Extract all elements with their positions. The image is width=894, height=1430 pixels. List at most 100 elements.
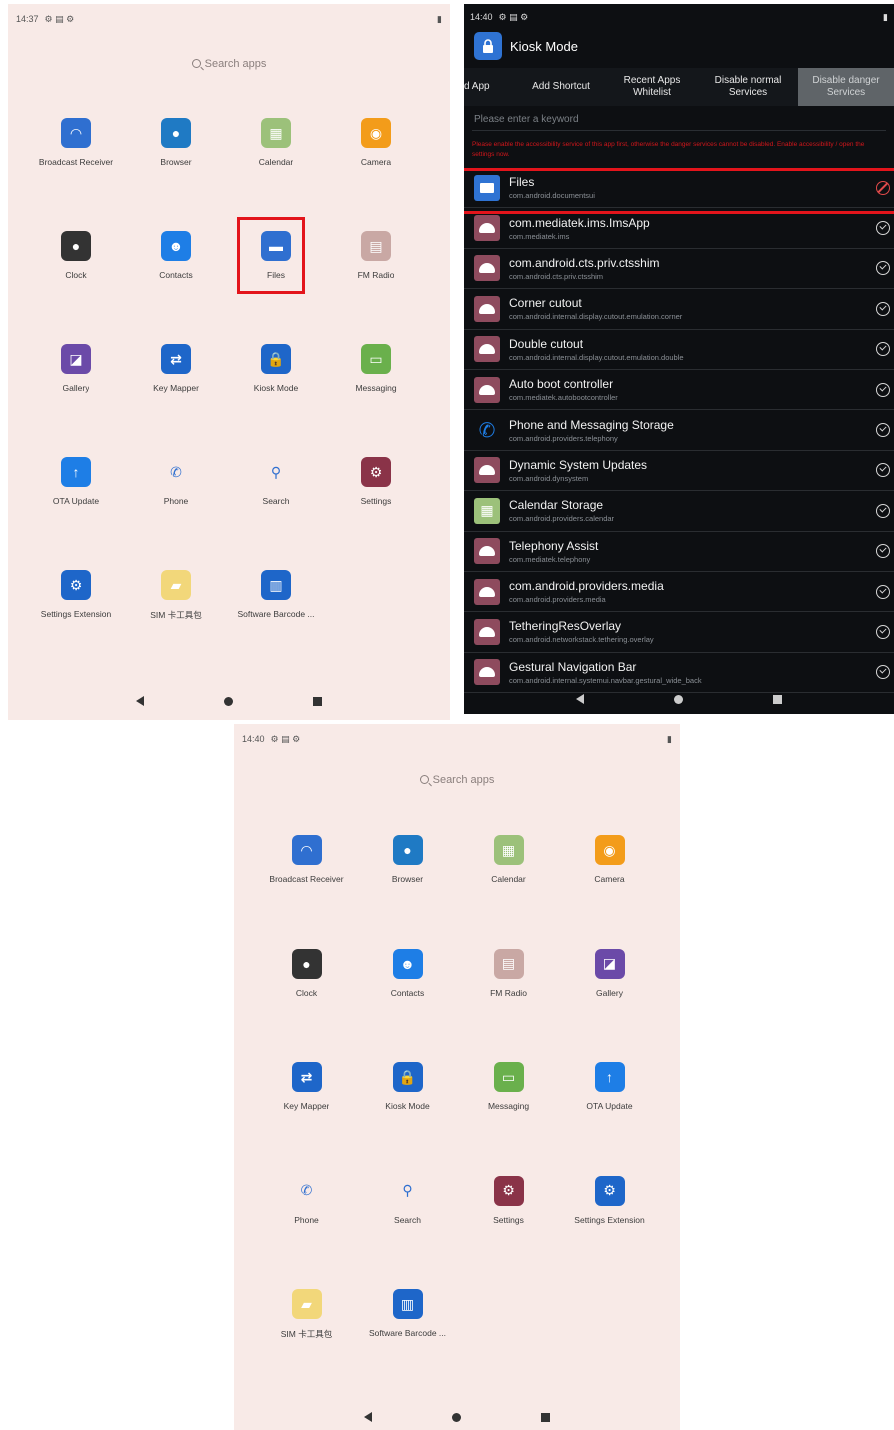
enabled-check-icon[interactable] xyxy=(876,503,890,518)
app-fm-radio[interactable]: ▤ FM Radio xyxy=(458,948,559,1063)
app-contacts[interactable]: ☻ Contacts xyxy=(357,948,458,1063)
service-text: Telephony Assist com.mediatek.telephony xyxy=(509,539,876,564)
android-icon xyxy=(474,376,500,403)
service-text: Gestural Navigation Bar com.android.inter… xyxy=(509,660,876,685)
service-name: com.mediatek.ims.ImsApp xyxy=(509,215,650,230)
home-icon[interactable] xyxy=(224,696,233,706)
app-kiosk-mode[interactable]: 🔒 Kiosk Mode xyxy=(226,344,326,457)
back-icon[interactable] xyxy=(136,696,144,706)
app-browser[interactable]: ● Browser xyxy=(126,118,226,231)
keyword-search-input[interactable]: Please enter a keyword xyxy=(474,114,579,125)
service-row[interactable]: com.android.providers.media com.android.p… xyxy=(464,572,894,613)
service-text: Calendar Storage com.android.providers.ca… xyxy=(509,498,876,523)
service-name: Calendar Storage xyxy=(509,498,604,513)
barcode-icon: ▥ xyxy=(261,570,291,600)
status-icons: ⚙ ▤ ⚙ xyxy=(270,733,301,744)
back-icon[interactable] xyxy=(364,1412,372,1422)
app-settings[interactable]: ⚙ Settings xyxy=(458,1175,559,1290)
app-messaging[interactable]: ▭ Messaging xyxy=(458,1062,559,1176)
enabled-check-icon[interactable] xyxy=(876,301,890,316)
app-kiosk-mode[interactable]: 🔒 Kiosk Mode xyxy=(357,1062,458,1176)
enabled-check-icon[interactable] xyxy=(876,221,890,236)
app-key-mapper[interactable]: ⇄ Key Mapper xyxy=(256,1062,357,1176)
app-phone[interactable]: ✆ Phone xyxy=(126,457,226,570)
app-label: Settings xyxy=(360,496,392,506)
app-phone[interactable]: ✆ Phone xyxy=(256,1176,357,1290)
enabled-check-icon[interactable] xyxy=(876,342,890,357)
service-row[interactable]: com.android.cts.priv.ctsshim com.android.… xyxy=(464,249,894,290)
service-package: com.android.dynsystem xyxy=(509,473,589,483)
service-row[interactable]: Corner cutout com.android.internal.displa… xyxy=(464,289,894,330)
app-browser[interactable]: ● Browser xyxy=(357,835,458,949)
service-row[interactable]: Gestural Navigation Bar com.android.inter… xyxy=(464,653,894,694)
recents-icon[interactable] xyxy=(773,694,782,704)
app-label: Browser xyxy=(160,157,192,167)
app-label: Calendar xyxy=(258,157,294,167)
enabled-check-icon[interactable] xyxy=(876,544,890,559)
tab-add-shortcut[interactable]: Add Shortcut xyxy=(516,68,606,106)
app-camera[interactable]: ◉ Camera xyxy=(326,118,426,231)
app-software-barcode[interactable]: ▥ Software Barcode ... xyxy=(357,1289,458,1403)
enabled-check-icon[interactable] xyxy=(876,423,890,438)
service-row[interactable]: Telephony Assist com.mediatek.telephony xyxy=(464,532,894,572)
recents-icon[interactable] xyxy=(541,1412,550,1422)
app-sim[interactable]: ▰ SIM 卡工具包 xyxy=(126,570,226,683)
app-gallery[interactable]: ◪ Gallery xyxy=(26,344,126,457)
app-messaging[interactable]: ▭ Messaging xyxy=(326,344,426,457)
android-icon xyxy=(474,336,500,363)
app-sim[interactable]: ▰ SIM 卡工具包 xyxy=(256,1289,357,1403)
service-row[interactable]: ✆ Phone and Messaging Storage com.android.… xyxy=(464,410,894,451)
app-settings[interactable]: ⚙ Settings xyxy=(326,457,426,570)
accessibility-warning[interactable]: Please enable the accessibility service … xyxy=(472,140,888,160)
service-row[interactable]: TetheringResOverlay com.android.networkst… xyxy=(464,612,894,653)
tab-recent-apps-whitelist[interactable]: Recent Apps Whitelist xyxy=(606,68,698,106)
app-calendar[interactable]: ▦ Calendar xyxy=(458,835,559,949)
app-gallery[interactable]: ◪ Gallery xyxy=(559,948,660,1063)
enabled-check-icon[interactable] xyxy=(876,463,890,478)
enabled-check-icon[interactable] xyxy=(876,261,890,276)
home-icon[interactable] xyxy=(674,694,683,704)
tab-disable-normal-services[interactable]: Disable normal Services xyxy=(698,68,798,106)
service-row[interactable]: Auto boot controller com.mediatek.autoboo… xyxy=(464,370,894,411)
phone-icon: ✆ xyxy=(300,1182,313,1198)
app-camera[interactable]: ◉ Camera xyxy=(559,835,660,949)
search-icon: ⚲ xyxy=(270,463,282,480)
tab-disable-danger-services[interactable]: Disable danger Services xyxy=(798,68,894,106)
app-label: Settings Extension xyxy=(574,1214,645,1225)
search-apps-field[interactable]: Search apps xyxy=(8,58,450,70)
app-software-barcode[interactable]: ▥ Software Barcode ... xyxy=(226,570,326,683)
service-row[interactable]: com.mediatek.ims.ImsApp com.mediatek.ims xyxy=(464,208,894,249)
service-name: Auto boot controller xyxy=(509,377,614,392)
service-row[interactable]: Dynamic System Updates com.android.dynsys… xyxy=(464,451,894,492)
app-broadcast-receiver[interactable]: ◠ Broadcast Receiver xyxy=(256,835,357,949)
service-row[interactable]: ▦ Calendar Storage com.android.providers.c… xyxy=(464,491,894,532)
service-name: Double cutout xyxy=(509,336,584,351)
app-search[interactable]: ⚲ Search xyxy=(357,1176,458,1290)
enabled-check-icon[interactable] xyxy=(876,665,890,680)
search-placeholder: Search apps xyxy=(432,774,495,786)
app-settings-extension[interactable]: ⚙ Settings Extension xyxy=(26,570,126,683)
app-label: Contacts xyxy=(390,987,425,998)
search-apps-field[interactable]: Search apps xyxy=(234,774,680,786)
enabled-check-icon[interactable] xyxy=(876,382,890,397)
app-calendar[interactable]: ▦ Calendar xyxy=(226,118,326,231)
app-clock[interactable]: ● Clock xyxy=(256,948,357,1063)
app-search[interactable]: ⚲ Search xyxy=(226,457,326,570)
app-ota-update[interactable]: ↑ OTA Update xyxy=(559,1062,660,1176)
service-text: Phone and Messaging Storage com.android.p… xyxy=(509,418,876,443)
back-icon[interactable] xyxy=(576,694,584,704)
recents-icon[interactable] xyxy=(313,696,322,706)
service-name: com.android.providers.media xyxy=(509,579,664,594)
app-ota-update[interactable]: ↑ OTA Update xyxy=(26,457,126,570)
app-key-mapper[interactable]: ⇄ Key Mapper xyxy=(126,344,226,457)
app-contacts[interactable]: ☻ Contacts xyxy=(126,231,226,344)
home-icon[interactable] xyxy=(452,1412,461,1422)
app-broadcast-receiver[interactable]: ◠ Broadcast Receiver xyxy=(26,118,126,231)
app-clock[interactable]: ● Clock xyxy=(26,231,126,344)
tab-add-app[interactable]: d App xyxy=(464,68,516,106)
app-settings-extension[interactable]: ⚙ Settings Extension xyxy=(559,1175,660,1290)
enabled-check-icon[interactable] xyxy=(876,624,890,639)
enabled-check-icon[interactable] xyxy=(876,584,890,599)
app-fm-radio[interactable]: ▤ FM Radio xyxy=(326,231,426,344)
service-row[interactable]: Double cutout com.android.internal.displa… xyxy=(464,330,894,370)
